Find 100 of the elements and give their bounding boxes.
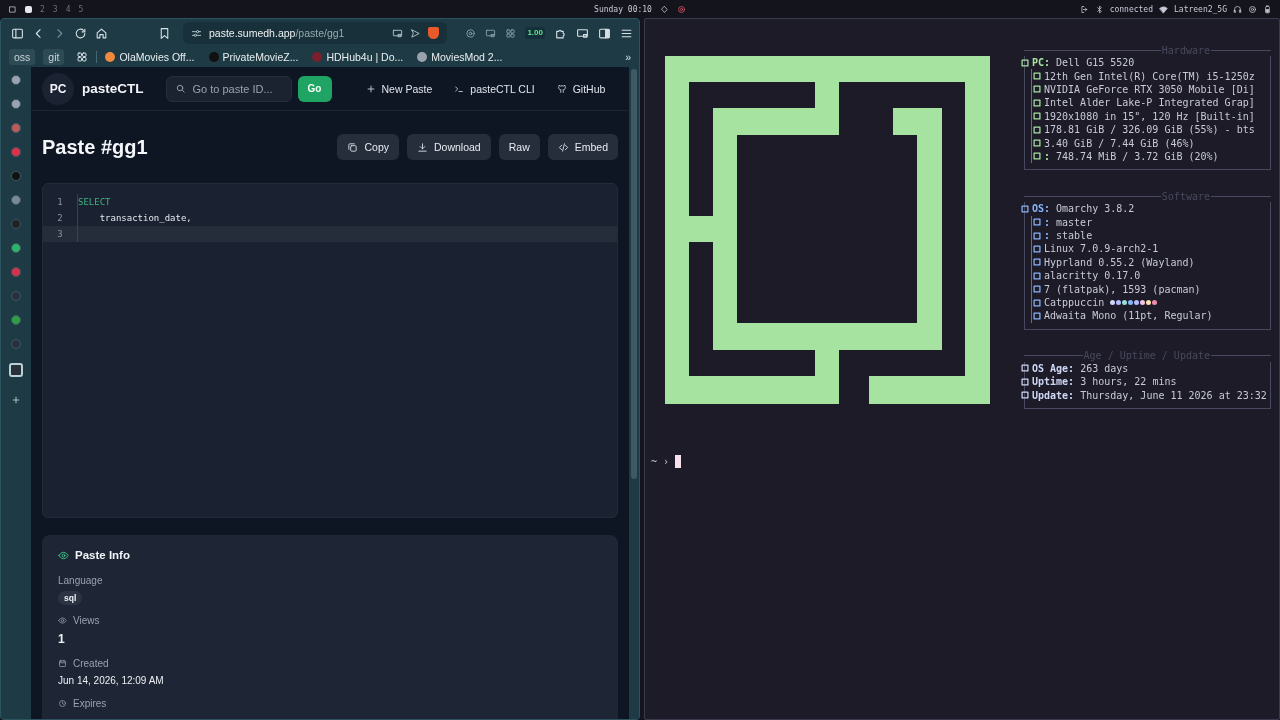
square-icon [1032, 124, 1042, 135]
workspace-number[interactable]: 2 [40, 4, 45, 14]
bookmark-link[interactable]: PrivateMovieZ... [208, 51, 299, 63]
send-icon[interactable] [410, 27, 421, 39]
action-button[interactable]: Download [407, 134, 491, 160]
scrollbar-thumb[interactable] [631, 69, 637, 479]
network-name: Latreen2_5G [1174, 4, 1227, 14]
nav-link[interactable]: GitHub [556, 82, 606, 95]
eye-icon [58, 549, 69, 561]
action-button[interactable]: Copy [337, 134, 399, 160]
code-text: transaction_date, [98, 213, 192, 223]
info-key: : [1044, 216, 1051, 228]
square-icon [1032, 270, 1042, 281]
info-value: master [1056, 216, 1093, 228]
github-icon [556, 83, 567, 94]
square-icon [1032, 84, 1042, 95]
clock-icon [58, 699, 67, 708]
calendar-icon [58, 659, 67, 668]
bluetooth-icon[interactable] [1094, 4, 1104, 14]
window-icon[interactable] [485, 27, 497, 39]
screenshot-icon[interactable] [576, 26, 589, 40]
workspace-number[interactable]: 4 [65, 4, 71, 14]
search-field[interactable]: Go to paste ID... [165, 75, 292, 102]
circle-icon[interactable] [1248, 4, 1257, 14]
field-label: Language [58, 575, 103, 586]
code-editor[interactable]: 1 SELECT 2 transaction_date, 3 [42, 183, 618, 518]
app-logo[interactable]: PC [42, 72, 74, 105]
side-panel-app-icon[interactable] [11, 99, 21, 109]
address-bar[interactable]: paste.sumedh.app/paste/gg1 [183, 22, 447, 44]
square-icon [1032, 138, 1042, 149]
bookmark-folder[interactable]: git [43, 49, 65, 65]
side-panel-app-icon[interactable] [11, 315, 21, 325]
square-icon [1032, 97, 1042, 108]
side-panel-app-icon[interactable] [11, 195, 21, 205]
page-title: Paste #gg1 [42, 135, 148, 159]
app-name[interactable]: pasteCTL [82, 81, 144, 96]
eye-icon [58, 616, 67, 625]
bookmark-icon[interactable] [158, 26, 171, 40]
logout-icon[interactable] [1079, 4, 1089, 14]
line-number: 2 [56, 213, 64, 223]
bookmark-folder[interactable]: oss [9, 49, 36, 65]
action-button[interactable]: Embed [547, 134, 618, 160]
square-icon [1032, 71, 1042, 82]
line-number: 1 [56, 197, 64, 207]
side-panel-app-icon[interactable] [11, 75, 21, 85]
nav-link[interactable]: pasteCTL CLI [454, 82, 535, 95]
sidebar-icon[interactable] [11, 26, 24, 40]
square-icon [1020, 376, 1030, 387]
line-number: 3 [56, 229, 64, 239]
url-path: /paste/gg1 [295, 27, 345, 39]
bluetooth-status: connected [1109, 4, 1153, 14]
info-key: : [1044, 230, 1051, 242]
tune-icon[interactable] [191, 27, 202, 39]
field-label: Views [73, 615, 100, 626]
side-panel-app-icon[interactable] [11, 243, 21, 253]
overflow-chevron[interactable]: » [625, 51, 631, 63]
info-value: 12th Gen Intel(R) Core(TM) i5-1250z [1044, 70, 1255, 82]
info-value: NVIDIA GeForce RTX 3050 Mobile [Di] [1044, 83, 1255, 95]
info-value: Hyprland 0.55.2 (Wayland) [1044, 256, 1195, 268]
info-value: Intel Alder Lake-P Integrated Grap] [1044, 97, 1255, 109]
download-icon [417, 141, 428, 153]
wifi-icon[interactable] [1159, 4, 1168, 14]
screen-icon[interactable] [392, 27, 403, 39]
info-value: 178.81 GiB / 326.09 GiB (55%) - bts [1044, 124, 1255, 136]
reload-icon[interactable] [74, 26, 87, 40]
bookmark-label: HDHub4u | Do... [326, 51, 404, 63]
workspace-number[interactable]: 5 [78, 4, 84, 14]
code-icon [557, 141, 569, 153]
square-icon [1020, 390, 1030, 401]
shield-icon[interactable] [428, 27, 439, 39]
bookmark-link[interactable]: HDHub4u | Do... [312, 51, 404, 63]
home-icon[interactable] [95, 26, 108, 40]
info-key: PC: [1032, 57, 1051, 69]
grid-icon[interactable] [76, 51, 89, 63]
square-icon [1032, 111, 1042, 122]
extension-badge[interactable]: 1.00 [525, 27, 545, 39]
action-button[interactable]: Raw [498, 134, 540, 160]
text-cursor [675, 455, 682, 468]
square-icon [1032, 310, 1042, 321]
square-icon [1020, 57, 1030, 68]
diamond-icon [659, 4, 669, 14]
url-host: paste.sumedh.app [209, 27, 296, 39]
headphones-icon[interactable] [1233, 4, 1242, 14]
info-value: 3 hours, 22 mins [1080, 376, 1177, 388]
plus-icon [365, 83, 376, 94]
bookmark-link[interactable]: OlaMovies Off... [105, 51, 195, 63]
bookmark-link[interactable]: MoviesMod 2... [417, 51, 503, 63]
info-value: stable [1056, 230, 1093, 242]
info-key: OS Age: [1032, 362, 1075, 374]
add-icon[interactable] [11, 395, 21, 405]
info-value: 748.74 MiB / 3.72 GiB (20%) [1056, 150, 1219, 162]
battery-icon[interactable] [1263, 4, 1272, 14]
info-value: Thursday, June 11 2026 at 23:32 [1080, 389, 1267, 401]
nav-link[interactable]: New Paste [365, 82, 433, 95]
sidebar-icon[interactable] [598, 26, 611, 40]
info-value: Dell G15 5520 [1056, 57, 1135, 69]
square-icon [1032, 284, 1042, 295]
bookmark-label: OlaMovies Off... [119, 51, 195, 63]
field-value: Jun 14, 2026, 12:09 AM [58, 675, 164, 686]
workspace-number[interactable]: 3 [52, 4, 58, 14]
